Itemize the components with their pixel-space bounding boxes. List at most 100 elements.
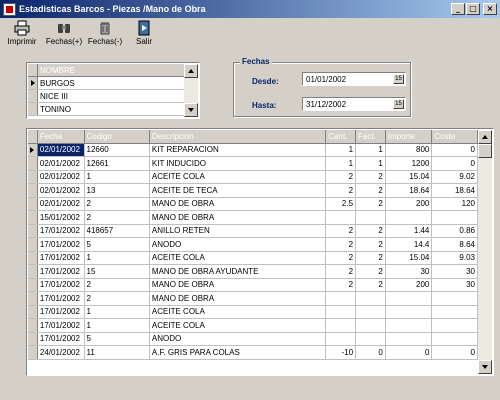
table-row[interactable]: 15/01/2002 2 MANO DE OBRA: [28, 211, 478, 225]
cell-fact[interactable]: [356, 319, 386, 332]
cell-descripcion[interactable]: ACEITE DE TECA: [150, 184, 327, 197]
maximize-button[interactable]: □: [466, 3, 480, 15]
scroll-thumb[interactable]: [478, 144, 492, 158]
cell-cant[interactable]: 2: [326, 238, 357, 251]
table-row[interactable]: 02/01/2002 12661 KIT INDUCIDO 1 1 1200 0: [28, 157, 478, 171]
cell-fecha[interactable]: 17/01/2002: [38, 238, 85, 251]
cell-descripcion[interactable]: ACEITE COLA: [150, 170, 327, 183]
cell-coste[interactable]: 9.02: [432, 170, 478, 183]
cell-importe[interactable]: 14.4: [386, 238, 433, 251]
cell-cant[interactable]: -10: [326, 346, 357, 359]
cell-descripcion[interactable]: MANO DE OBRA AYUDANTE: [150, 265, 327, 278]
names-scrollbar[interactable]: [184, 64, 198, 117]
cell-descripcion[interactable]: MANO DE OBRA: [150, 278, 327, 291]
cell-descripcion[interactable]: MANO DE OBRA: [150, 292, 327, 305]
cell-fact[interactable]: [356, 211, 386, 224]
scroll-up-button[interactable]: [478, 130, 492, 144]
table-row[interactable]: 17/01/2002 5 ANODO: [28, 332, 478, 346]
cell-codigo[interactable]: 5: [85, 332, 150, 345]
cell-codigo[interactable]: 1: [85, 170, 150, 183]
cell-fecha[interactable]: 17/01/2002: [38, 278, 85, 291]
grid-scrollbar[interactable]: [478, 130, 492, 374]
cell-fact[interactable]: 2: [356, 170, 386, 183]
calendar-icon[interactable]: 15: [393, 74, 404, 84]
cell-codigo[interactable]: 2: [85, 197, 150, 210]
cell-cant[interactable]: [326, 211, 357, 224]
cell-importe[interactable]: 18.64: [386, 184, 433, 197]
cell-coste[interactable]: 0: [432, 346, 478, 359]
cell-codigo[interactable]: 1: [85, 305, 150, 318]
table-row[interactable]: 02/01/2002 13 ACEITE DE TECA 2 2 18.64 18.64: [28, 184, 478, 198]
cell-importe[interactable]: 1.44: [386, 224, 433, 237]
cell-coste[interactable]: 30: [432, 278, 478, 291]
cell-fecha[interactable]: 17/01/2002: [38, 292, 85, 305]
fechas-minus-button[interactable]: Fechas(-): [84, 20, 126, 50]
cell-descripcion[interactable]: KIT INDUCIDO: [150, 157, 327, 170]
cell-descripcion[interactable]: ANODO: [150, 332, 327, 345]
cell-importe[interactable]: 30: [386, 265, 433, 278]
list-item[interactable]: NICE III: [28, 90, 186, 103]
cell-cant[interactable]: 1: [326, 143, 357, 156]
cell-fact[interactable]: [356, 305, 386, 318]
cell-cant[interactable]: 1: [326, 157, 357, 170]
table-row[interactable]: 17/01/2002 1 ACEITE COLA 2 2 15.04 9.03: [28, 251, 478, 265]
table-row[interactable]: 17/01/2002 2 MANO DE OBRA: [28, 292, 478, 306]
cell-importe[interactable]: 15.04: [386, 170, 433, 183]
cell-coste[interactable]: [432, 332, 478, 345]
cell-fact[interactable]: 1: [356, 143, 386, 156]
minimize-button[interactable]: _: [451, 3, 465, 15]
column-header-coste[interactable]: Coste: [432, 130, 478, 143]
cell-importe[interactable]: 15.04: [386, 251, 433, 264]
column-header-fact[interactable]: Fact.: [356, 130, 386, 143]
table-row[interactable]: 02/01/2002 1 ACEITE COLA 2 2 15.04 9.02: [28, 170, 478, 184]
cell-fact[interactable]: [356, 332, 386, 345]
cell-descripcion[interactable]: ACEITE COLA: [150, 305, 327, 318]
cell-cant[interactable]: [326, 305, 357, 318]
cell-codigo[interactable]: 12661: [85, 157, 150, 170]
cell-coste[interactable]: 18.64: [432, 184, 478, 197]
cell-fecha[interactable]: 15/01/2002: [38, 211, 85, 224]
cell-cant[interactable]: 2: [326, 184, 357, 197]
cell-codigo[interactable]: 11: [85, 346, 150, 359]
cell-descripcion[interactable]: ACEITE COLA: [150, 251, 327, 264]
table-row[interactable]: 24/01/2002 11 A.F. GRIS PARA COLAS -10 0 0 0: [28, 346, 478, 360]
cell-descripcion[interactable]: MANO DE OBRA: [150, 211, 327, 224]
table-row[interactable]: 17/01/2002 418657 ANILLO RETEN 2 2 1.44 0.86: [28, 224, 478, 238]
hasta-date-field[interactable]: 31/12/2002 15: [302, 97, 406, 111]
cell-coste[interactable]: 120: [432, 197, 478, 210]
cell-cant[interactable]: [326, 319, 357, 332]
cell-fecha[interactable]: 17/01/2002: [38, 305, 85, 318]
cell-fact[interactable]: 2: [356, 238, 386, 251]
cell-fecha[interactable]: 17/01/2002: [38, 251, 85, 264]
cell-cant[interactable]: 2: [326, 278, 357, 291]
cell-descripcion[interactable]: KIT REPARACION: [150, 143, 327, 156]
cell-fecha[interactable]: 17/01/2002: [38, 224, 85, 237]
fechas-plus-button[interactable]: Fechas(+): [44, 20, 84, 50]
cell-fact[interactable]: 2: [356, 265, 386, 278]
cell-fact[interactable]: 2: [356, 197, 386, 210]
column-header-importe[interactable]: Importe: [386, 130, 433, 143]
cell-fact[interactable]: 0: [356, 346, 386, 359]
cell-importe[interactable]: 800: [386, 143, 433, 156]
cell-coste[interactable]: [432, 211, 478, 224]
table-row[interactable]: 02/01/2002 12660 KIT REPARACION 1 1 800 0: [28, 143, 478, 157]
table-row[interactable]: 17/01/2002 5 ANODO 2 2 14.4 8.64: [28, 238, 478, 252]
cell-importe[interactable]: [386, 332, 433, 345]
cell-codigo[interactable]: 2: [85, 211, 150, 224]
desde-date-field[interactable]: 01/01/2002 15: [302, 72, 406, 86]
cell-fact[interactable]: 2: [356, 251, 386, 264]
cell-importe[interactable]: 0: [386, 346, 433, 359]
cell-cant[interactable]: 2.5: [326, 197, 357, 210]
cell-fact[interactable]: 2: [356, 278, 386, 291]
cell-importe[interactable]: 200: [386, 197, 433, 210]
cell-codigo[interactable]: 13: [85, 184, 150, 197]
cell-descripcion[interactable]: ANODO: [150, 238, 327, 251]
table-row[interactable]: 17/01/2002 2 MANO DE OBRA 2 2 200 30: [28, 278, 478, 292]
column-header-descripcion[interactable]: Descripcion: [150, 130, 327, 143]
scroll-down-button[interactable]: [478, 360, 492, 374]
cell-importe[interactable]: [386, 305, 433, 318]
table-row[interactable]: 17/01/2002 1 ACEITE COLA: [28, 305, 478, 319]
cell-cant[interactable]: [326, 292, 357, 305]
cell-codigo[interactable]: 2: [85, 292, 150, 305]
table-row[interactable]: 02/01/2002 2 MANO DE OBRA 2.5 2 200 120: [28, 197, 478, 211]
